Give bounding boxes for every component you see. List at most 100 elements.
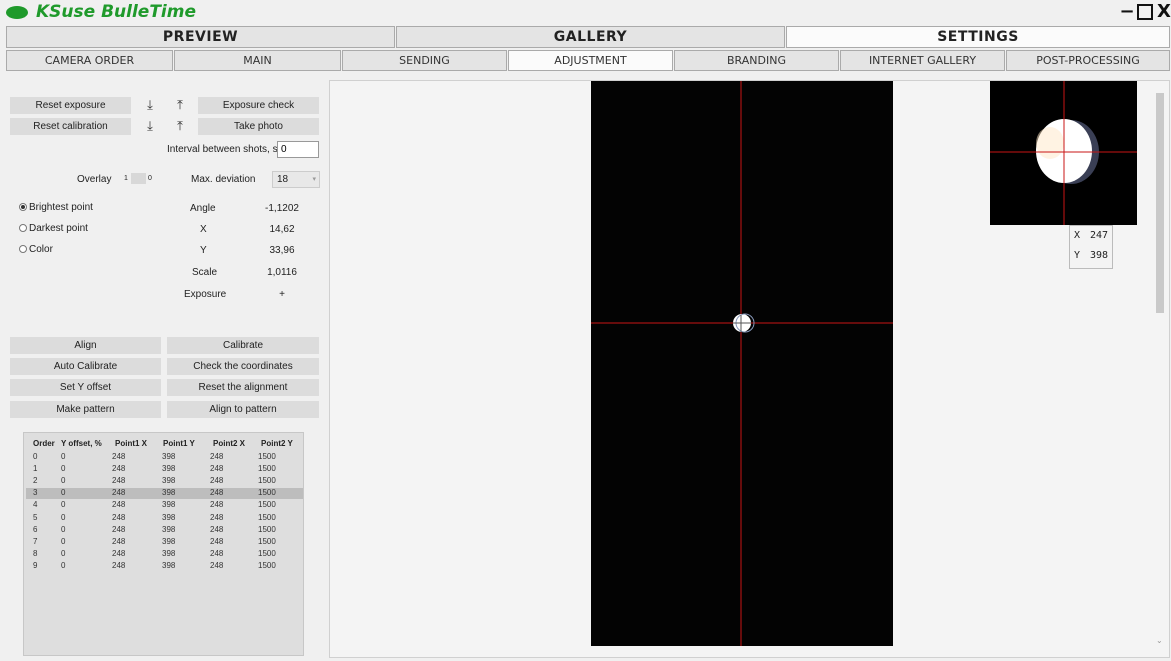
set-y-offset-button[interactable]: Set Y offset xyxy=(10,379,161,396)
table-row[interactable]: 5 0 248 398 248 1500 xyxy=(26,513,303,524)
col-point1-y[interactable]: Point1 Y xyxy=(163,439,195,448)
scrollbar-thumb[interactable] xyxy=(1156,93,1164,313)
reset-calibration-button[interactable]: Reset calibration xyxy=(10,118,131,135)
table-cell: 0 xyxy=(61,536,66,546)
chevron-down-icon: ▾ xyxy=(312,176,316,183)
table-cell: 398 xyxy=(162,476,176,486)
reset-exposure-button[interactable]: Reset exposure xyxy=(10,97,131,114)
table-row[interactable]: 2 0 248 398 248 1500 xyxy=(26,476,303,487)
color-label: Color xyxy=(29,244,53,255)
interval-label: Interval between shots, s xyxy=(167,144,278,155)
tab-settings[interactable]: SETTINGS xyxy=(786,26,1170,48)
table-cell: 0 xyxy=(61,452,66,461)
align-to-pattern-button[interactable]: Align to pattern xyxy=(167,401,319,418)
table-cell: 1500 xyxy=(258,476,276,486)
align-button[interactable]: Align xyxy=(10,337,161,354)
col-y-offset[interactable]: Y offset, % xyxy=(61,439,102,448)
max-deviation-select[interactable]: 18 ▾ xyxy=(272,171,320,188)
download-calibration-icon[interactable]: ⤓ xyxy=(142,118,158,134)
col-point1-x[interactable]: Point1 X xyxy=(115,439,147,448)
subtab-main[interactable]: MAIN xyxy=(174,50,341,71)
table-cell: 398 xyxy=(162,548,176,558)
interval-input[interactable] xyxy=(277,141,319,158)
subtab-sending[interactable]: SENDING xyxy=(342,50,507,71)
darkest-point-label: Darkest point xyxy=(29,223,88,234)
table-row[interactable]: 9 0 248 398 248 1500 xyxy=(26,561,303,572)
y-label: Y xyxy=(200,245,207,256)
upload-exposure-icon[interactable]: ⤒ xyxy=(172,97,188,113)
table-row[interactable]: 8 0 248 398 248 1500 xyxy=(26,549,303,560)
table-row[interactable]: 0 0 248 398 248 1500 xyxy=(26,452,303,463)
table-cell: 0 xyxy=(61,548,66,558)
table-cell: 398 xyxy=(162,536,176,546)
darkest-point-radio[interactable] xyxy=(19,224,27,232)
table-row[interactable]: 7 0 248 398 248 1500 xyxy=(26,537,303,548)
auto-calibrate-button[interactable]: Auto Calibrate xyxy=(10,358,161,375)
scroll-down-icon[interactable]: ⌄ xyxy=(1156,636,1163,645)
table-cell: 1500 xyxy=(258,464,276,474)
table-cell: 248 xyxy=(210,512,224,522)
overlay-toggle-on-label: 1 xyxy=(124,175,128,182)
color-radio[interactable] xyxy=(19,245,27,253)
table-cell: 248 xyxy=(210,500,224,510)
col-order[interactable]: Order xyxy=(33,439,55,448)
take-photo-button[interactable]: Take photo xyxy=(198,118,319,135)
close-button[interactable]: X xyxy=(1155,2,1171,22)
tab-preview[interactable]: PREVIEW xyxy=(6,26,395,48)
table-cell: 7 xyxy=(33,536,38,546)
exposure-value: + xyxy=(279,289,285,300)
table-cell: 248 xyxy=(112,500,126,510)
table-cell: 248 xyxy=(210,452,224,461)
angle-value: -1,1202 xyxy=(265,203,299,214)
overlay-toggle-off-label: 0 xyxy=(148,175,152,182)
zoom-y-value: 398 xyxy=(1090,250,1109,261)
table-cell: 8 xyxy=(33,548,38,558)
table-cell: 1500 xyxy=(258,560,276,570)
table-cell: 248 xyxy=(112,512,126,522)
subtab-camera-order[interactable]: CAMERA ORDER xyxy=(6,50,173,71)
table-row[interactable]: 3 0 248 398 248 1500 xyxy=(26,488,303,500)
table-cell: 248 xyxy=(112,548,126,558)
table-cell: 1500 xyxy=(258,536,276,546)
camera-image[interactable] xyxy=(591,81,893,646)
table-cell: 398 xyxy=(162,500,176,510)
table-cell: 1500 xyxy=(258,488,276,498)
table-cell: 0 xyxy=(61,512,66,522)
check-coordinates-button[interactable]: Check the coordinates xyxy=(167,358,319,375)
brightest-point-radio[interactable] xyxy=(19,203,27,211)
table-cell: 248 xyxy=(112,560,126,570)
calibrate-button[interactable]: Calibrate xyxy=(167,337,319,354)
col-point2-y[interactable]: Point2 Y xyxy=(261,439,293,448)
tab-gallery[interactable]: GALLERY xyxy=(396,26,785,48)
download-exposure-icon[interactable]: ⤓ xyxy=(142,97,158,113)
subtab-adjustment[interactable]: ADJUSTMENT xyxy=(508,50,673,71)
subtab-post-processing[interactable]: POST-PROCESSING xyxy=(1006,50,1170,71)
exposure-check-button[interactable]: Exposure check xyxy=(198,97,319,114)
make-pattern-button[interactable]: Make pattern xyxy=(10,401,161,418)
maximize-button[interactable] xyxy=(1137,4,1153,20)
table-row[interactable]: 1 0 248 398 248 1500 xyxy=(26,464,303,475)
col-point2-x[interactable]: Point2 X xyxy=(213,439,245,448)
scale-value: 1,0116 xyxy=(267,267,297,278)
subtab-internet-gallery[interactable]: INTERNET GALLERY xyxy=(840,50,1005,71)
exposure-label: Exposure xyxy=(184,289,227,300)
table-cell: 248 xyxy=(210,548,224,558)
table-cell: 1 xyxy=(33,464,38,474)
reset-alignment-button[interactable]: Reset the alignment xyxy=(167,379,319,396)
table-cell: 398 xyxy=(162,464,176,474)
minimize-button[interactable]: − xyxy=(1118,2,1136,22)
table-cell: 248 xyxy=(210,524,224,534)
upload-calibration-icon[interactable]: ⤒ xyxy=(172,118,188,134)
table-cell: 248 xyxy=(210,488,224,498)
table-cell: 2 xyxy=(33,476,38,486)
angle-label: Angle xyxy=(190,203,216,214)
zoom-preview xyxy=(990,81,1137,225)
y-value: 33,96 xyxy=(269,245,295,256)
table-row[interactable]: 6 0 248 398 248 1500 xyxy=(26,525,303,536)
table-cell: 248 xyxy=(112,488,126,498)
subtab-branding[interactable]: BRANDING xyxy=(674,50,839,71)
camera-table[interactable]: Order Y offset, % Point1 X Point1 Y Poin… xyxy=(23,432,304,656)
overlay-toggle[interactable] xyxy=(131,173,146,184)
table-cell: 398 xyxy=(162,512,176,522)
table-row[interactable]: 4 0 248 398 248 1500 xyxy=(26,500,303,511)
